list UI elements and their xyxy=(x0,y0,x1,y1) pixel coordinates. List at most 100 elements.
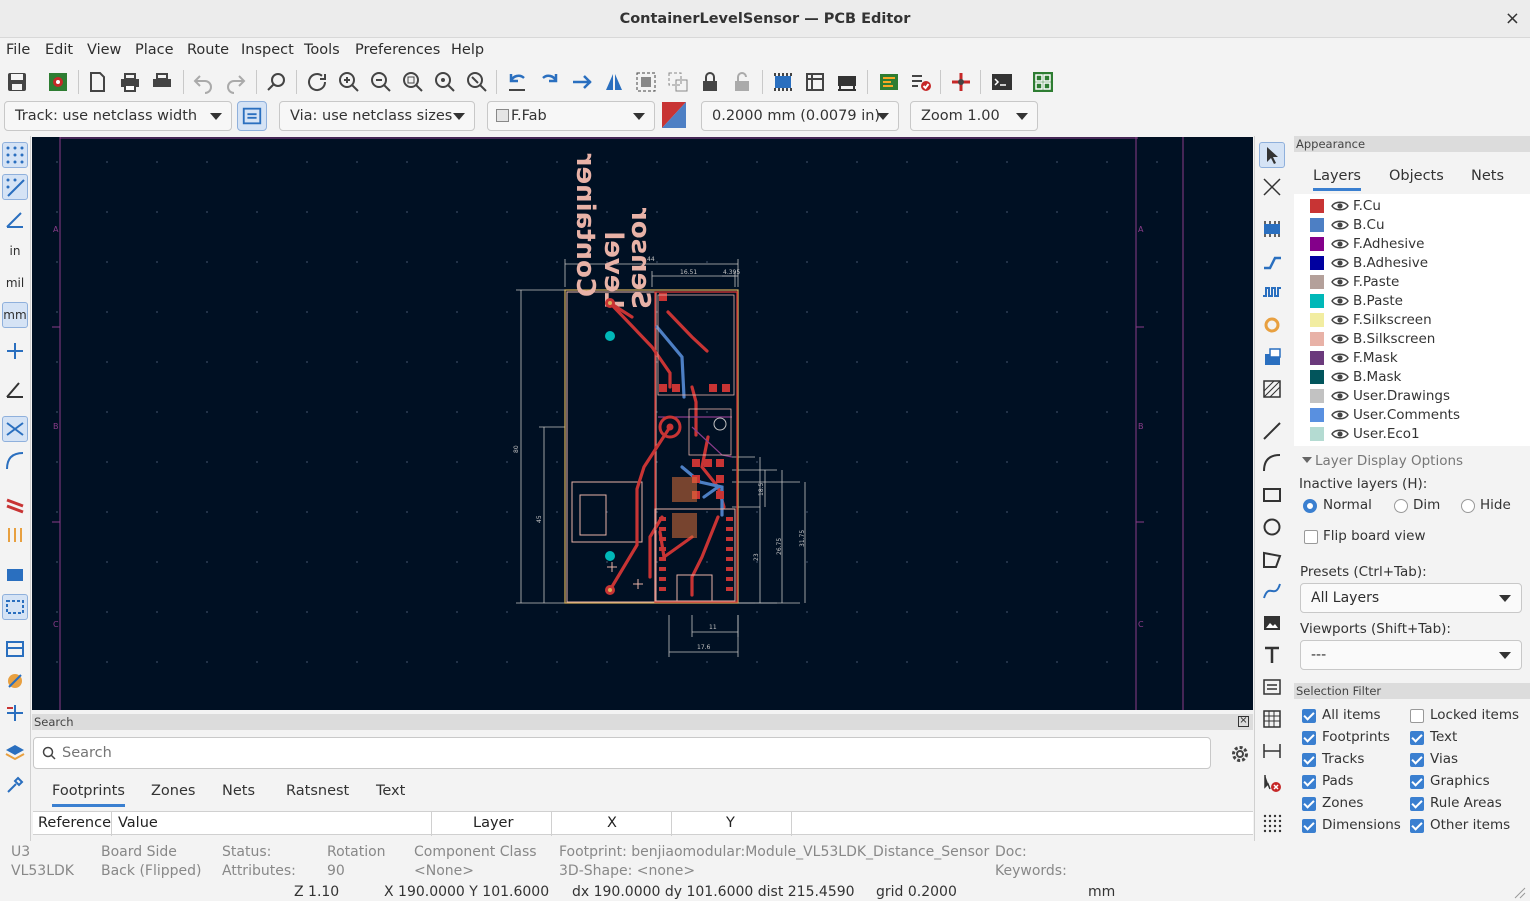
units-mil-button[interactable]: mil xyxy=(2,270,28,296)
layer-color-swatch[interactable] xyxy=(1310,408,1324,422)
unlock-icon[interactable] xyxy=(729,69,755,95)
curved-ratsnest-icon[interactable] xyxy=(2,448,28,474)
filter-checkbox[interactable] xyxy=(1410,819,1424,833)
layer-row[interactable]: F.Silkscreen xyxy=(1310,311,1520,330)
inactive-dim-radio[interactable] xyxy=(1394,499,1408,513)
menu-file[interactable]: File xyxy=(6,42,30,58)
filter-checkbox[interactable] xyxy=(1302,753,1316,767)
menu-place[interactable]: Place xyxy=(135,42,174,58)
netlist-icon[interactable] xyxy=(876,69,902,95)
draw-rectangle-icon[interactable] xyxy=(1259,482,1285,508)
close-search-button[interactable]: × xyxy=(1238,716,1249,727)
footprint-editor-icon[interactable] xyxy=(770,69,796,95)
layer-row[interactable]: B.Cu xyxy=(1310,216,1520,235)
layer-color-swatch[interactable] xyxy=(1310,427,1324,441)
refresh-icon[interactable] xyxy=(304,69,330,95)
filter-checkbox[interactable] xyxy=(1302,819,1316,833)
inactive-hide-radio[interactable] xyxy=(1461,499,1475,513)
layer-display-options-label[interactable]: Layer Display Options xyxy=(1315,453,1463,469)
menu-help[interactable]: Help xyxy=(451,42,484,58)
layers-icon[interactable] xyxy=(2,740,28,766)
col-reference[interactable]: Reference xyxy=(38,815,111,831)
filter-checkbox[interactable] xyxy=(1410,797,1424,811)
group-icon[interactable] xyxy=(633,69,659,95)
via-size-select[interactable]: Via: use netclass sizes xyxy=(279,101,475,131)
layer-color-swatch[interactable] xyxy=(1310,389,1324,403)
search-tab-text[interactable]: Text xyxy=(376,783,405,799)
layer-color-swatch[interactable] xyxy=(1310,351,1324,365)
menu-route[interactable]: Route xyxy=(187,42,229,58)
layer-color-swatch[interactable] xyxy=(1310,370,1324,384)
filter-checkbox[interactable] xyxy=(1410,709,1424,723)
rotate-ccw-icon[interactable] xyxy=(504,69,530,95)
filter-checkbox[interactable] xyxy=(1302,731,1316,745)
zoom-fit-icon[interactable] xyxy=(400,69,426,95)
draw-arc-icon[interactable] xyxy=(1259,450,1285,476)
redo-icon[interactable] xyxy=(223,69,249,95)
layer-row[interactable]: B.Paste xyxy=(1310,292,1520,311)
add-table-icon[interactable] xyxy=(1259,706,1285,732)
add-rule-area-icon[interactable] xyxy=(1259,376,1285,402)
add-dimension-icon[interactable] xyxy=(1259,738,1285,764)
print-icon[interactable] xyxy=(117,69,143,95)
menu-view[interactable]: View xyxy=(87,42,121,58)
resize-grip-icon[interactable] xyxy=(1512,885,1526,899)
filter-checkbox[interactable] xyxy=(1302,709,1316,723)
flip-icon[interactable] xyxy=(569,69,595,95)
add-zone-icon[interactable] xyxy=(1259,344,1285,370)
col-x[interactable]: X xyxy=(607,815,617,831)
menu-edit[interactable]: Edit xyxy=(45,42,73,58)
col-y[interactable]: Y xyxy=(726,815,735,831)
grid-dots-icon[interactable] xyxy=(2,142,28,168)
presets-select[interactable]: All Layers xyxy=(1300,583,1522,613)
layer-row[interactable]: B.Adhesive xyxy=(1310,254,1520,273)
draw-polygon-icon[interactable] xyxy=(1259,546,1285,572)
plot-icon[interactable] xyxy=(149,69,175,95)
properties-panel-icon[interactable] xyxy=(2,772,28,798)
search-tab-nets[interactable]: Nets xyxy=(222,783,255,799)
lock-icon[interactable] xyxy=(697,69,723,95)
zoom-select[interactable]: Zoom 1.00 xyxy=(910,101,1038,131)
footprint-browser-icon[interactable] xyxy=(802,69,828,95)
mirror-icon[interactable] xyxy=(601,69,627,95)
zoom-in-icon[interactable] xyxy=(336,69,362,95)
collapse-arrow-icon[interactable] xyxy=(1302,457,1312,463)
menu-inspect[interactable]: Inspect xyxy=(241,42,294,58)
select-icon[interactable] xyxy=(1259,142,1285,168)
angle-snap-icon[interactable] xyxy=(2,376,28,402)
add-via-icon[interactable] xyxy=(1259,312,1285,338)
viewports-select[interactable]: --- xyxy=(1300,640,1522,670)
layer-row[interactable]: User.Eco1 xyxy=(1310,425,1520,444)
route-track-icon[interactable] xyxy=(1259,248,1285,274)
layer-color-swatch[interactable] xyxy=(1310,332,1324,346)
tab-objects[interactable]: Objects xyxy=(1389,168,1444,184)
search-tab-footprints[interactable]: Footprints xyxy=(52,783,125,807)
filter-checkbox[interactable] xyxy=(1410,731,1424,745)
filter-checkbox[interactable] xyxy=(1410,775,1424,789)
layer-row[interactable]: F.Adhesive xyxy=(1310,235,1520,254)
zone-display-icon[interactable] xyxy=(2,562,28,588)
search-tab-ratsnest[interactable]: Ratsnest xyxy=(286,783,349,799)
interactive-router-icon[interactable] xyxy=(948,69,974,95)
pcb-canvas[interactable]: A B C A B C 44 16.51 4.395 80 45 23 26.7 xyxy=(32,137,1253,710)
delete-tool-icon[interactable] xyxy=(1259,770,1285,796)
add-textbox-icon[interactable] xyxy=(1259,674,1285,700)
via-display-icon[interactable] xyxy=(2,522,28,548)
layer-row[interactable]: F.Mask xyxy=(1310,349,1520,368)
menu-tools[interactable]: Tools xyxy=(304,42,340,58)
pad-display-icon[interactable] xyxy=(2,636,28,662)
col-layer[interactable]: Layer xyxy=(473,815,513,831)
cursor-style-icon[interactable] xyxy=(2,338,28,364)
close-window-button[interactable]: × xyxy=(1505,0,1520,38)
tune-length-icon[interactable] xyxy=(1259,280,1285,306)
layer-color-swatch[interactable] xyxy=(1310,313,1324,327)
track-width-select[interactable]: Track: use netclass width xyxy=(4,101,232,131)
add-image-icon[interactable] xyxy=(1259,610,1285,636)
ungroup-icon[interactable] xyxy=(665,69,691,95)
layer-row[interactable]: F.Paste xyxy=(1310,273,1520,292)
filter-checkbox[interactable] xyxy=(1302,775,1316,789)
3d-viewer-icon[interactable] xyxy=(834,69,860,95)
zoom-objects-icon[interactable] xyxy=(432,69,458,95)
track-display-icon[interactable] xyxy=(2,490,28,516)
col-value[interactable]: Value xyxy=(118,815,158,831)
